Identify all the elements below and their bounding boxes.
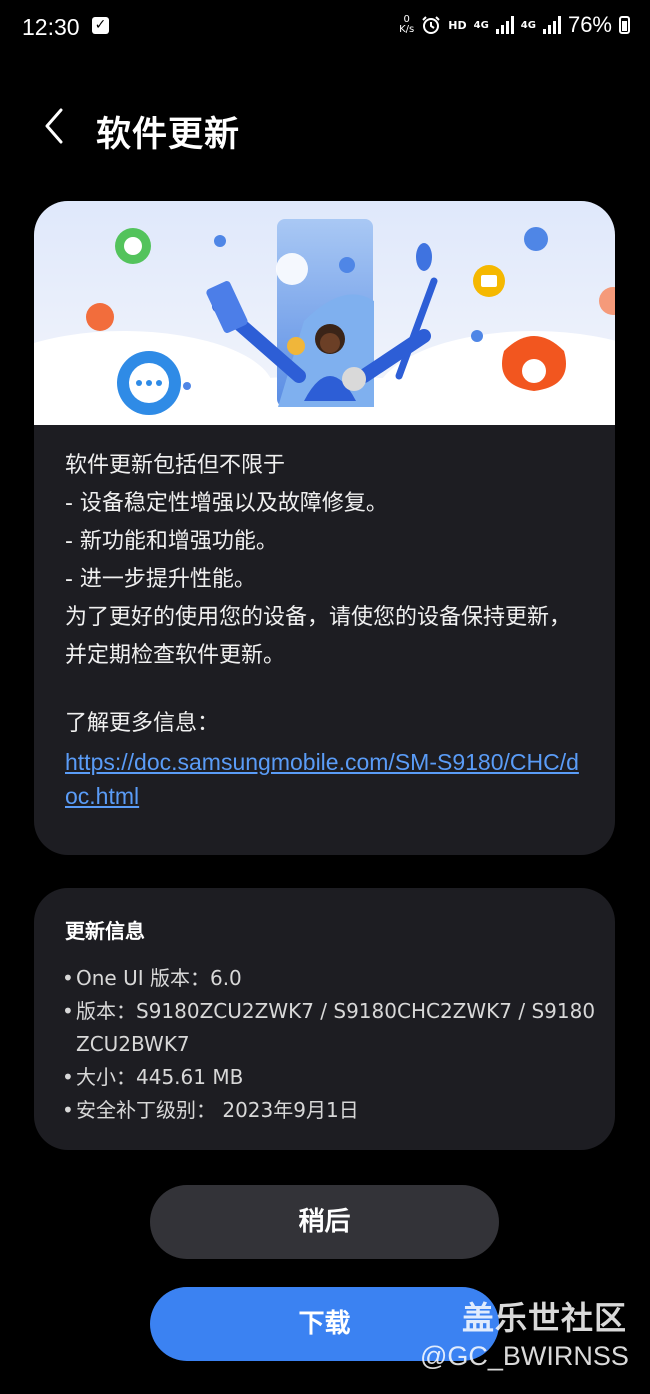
alarm-icon: [422, 16, 440, 34]
network-4g-1: 4G: [473, 19, 489, 31]
back-button[interactable]: [36, 104, 76, 148]
description-line: - 进一步提升性能。: [65, 567, 256, 592]
update-info-list: • One UI 版本：6.0 • 版本：S9180ZCU2ZWK7 / S9180…: [62, 962, 602, 1127]
checkbox-notification-icon: ✓: [92, 17, 109, 34]
network-4g-2: 4G: [520, 19, 536, 31]
info-item: • 安全补丁级别： 2023年9月1日: [62, 1098, 359, 1122]
battery-percent: 76%: [567, 12, 612, 37]
chevron-left-icon: [45, 108, 63, 144]
later-button[interactable]: 稍后: [150, 1185, 499, 1259]
update-info-card: 更新信息 • One UI 版本：6.0 • 版本：S9180ZCU2ZWK7 / …: [34, 888, 615, 1150]
status-time: 12:30: [22, 14, 80, 40]
description-line: - 设备稳定性增强以及故障修复。: [65, 491, 388, 516]
battery-icon: [619, 16, 630, 34]
signal-icon: [495, 16, 514, 34]
info-item: • 大小：445.61 MB: [62, 1065, 244, 1089]
page-title: 软件更新: [96, 115, 241, 155]
status-bar: 12:30 ✓ 0 K/s HD 4G 4G 76%: [0, 0, 650, 60]
description-line: - 新功能和增强功能。: [65, 529, 278, 554]
description-line: 软件更新包括但不限于: [65, 453, 286, 478]
info-item: • One UI 版本：6.0: [62, 966, 242, 990]
status-icons: 0 K/s HD 4G 4G 76%: [399, 12, 630, 38]
learn-more-label: 了解更多信息：: [65, 711, 220, 736]
update-info-title: 更新信息: [65, 919, 145, 943]
signal-icon: [542, 16, 561, 34]
app-header: 软件更新: [0, 90, 650, 170]
description-line: 为了更好的使用您的设备，请使您的设备保持更新，并定期检查软件更新。: [65, 605, 572, 668]
release-notes-link[interactable]: https://doc.samsungmobile.com/SM-S9180/C…: [65, 745, 590, 813]
info-item: • 版本：S9180ZCU2ZWK7 / S9180CHC2ZWK7 / S918…: [62, 999, 596, 1056]
hd-indicator: HD: [448, 18, 467, 32]
update-description-card: 软件更新包括但不限于 - 设备稳定性增强以及故障修复。 - 新功能和增强功能。 …: [34, 201, 615, 855]
update-description: 软件更新包括但不限于 - 设备稳定性增强以及故障修复。 - 新功能和增强功能。 …: [65, 447, 590, 675]
watermark-handle: @GC_BWIRNSS: [420, 1341, 629, 1371]
update-banner-illustration: [34, 201, 615, 425]
net-speed: 0 K/s: [399, 14, 415, 35]
learn-more-section: 了解更多信息： https://doc.samsungmobile.com/SM…: [65, 707, 590, 813]
watermark-community: 盖乐世社区: [462, 1299, 628, 1337]
